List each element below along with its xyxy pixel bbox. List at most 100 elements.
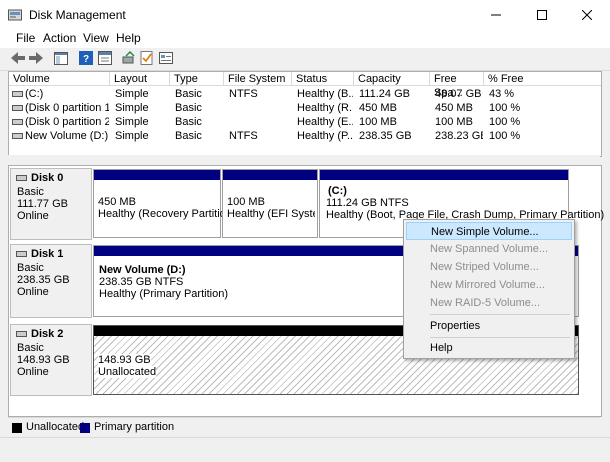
menu-action[interactable]: Action — [41, 31, 78, 45]
disk-management-icon — [8, 9, 22, 21]
disk-2-label[interactable]: Disk 2 Basic 148.93 GB Online — [10, 324, 92, 396]
menu-file[interactable]: File — [14, 31, 37, 45]
toolbar: ? — [0, 48, 610, 71]
partition-status: Healthy (EFI System — [227, 208, 315, 220]
disk-state: Online — [17, 210, 49, 222]
volume-icon — [12, 119, 23, 125]
menu-item-new-spanned-volume[interactable]: New Spanned Volume... — [406, 240, 572, 258]
menu-help[interactable]: Help — [114, 31, 143, 45]
forward-icon — [29, 52, 43, 64]
partition-size: 238.35 GB NTFS — [99, 276, 184, 288]
volume-list[interactable]: Volume Layout Type File System Status Ca… — [8, 71, 602, 157]
cell-free-space: 100 MB — [435, 116, 473, 128]
cell-percent-free: 43 % — [489, 88, 515, 100]
disk-list-button[interactable] — [158, 50, 174, 66]
volume-icon — [12, 91, 23, 97]
forward-button[interactable] — [28, 50, 44, 66]
table-row[interactable]: (C:) Simple Basic NTFS Healthy (B... 111… — [9, 87, 601, 101]
legend-primary-partition: Primary partition — [94, 421, 175, 433]
disk-state: Online — [17, 366, 49, 378]
properties-button[interactable] — [97, 50, 113, 66]
partition-title: (C:) — [328, 185, 347, 197]
cell-file-system — [229, 101, 291, 115]
partition-size: 111.24 GB NTFS — [326, 197, 409, 209]
column-header-type[interactable]: Type — [170, 72, 224, 86]
disk-name: Disk 2 — [31, 328, 64, 340]
column-header-free-space[interactable]: Free Spa... — [430, 72, 484, 99]
unallocated-label: Unallocated — [98, 366, 157, 378]
cell-status: Healthy (B... — [297, 88, 353, 100]
partition-recovery[interactable]: 450 MB Healthy (Recovery Partition) — [93, 169, 236, 238]
column-header-percent-free[interactable]: % Free — [484, 72, 601, 86]
volume-icon — [12, 133, 23, 139]
disk-type: Basic — [17, 342, 44, 354]
column-header-file-system[interactable]: File System — [224, 72, 292, 86]
cell-volume: New Volume (D:) — [25, 130, 109, 142]
table-row[interactable]: (Disk 0 partition 2) Simple Basic Health… — [9, 115, 601, 129]
menu-item-new-raid5-volume[interactable]: New RAID-5 Volume... — [406, 294, 572, 312]
close-button[interactable] — [564, 0, 610, 30]
menu-item-new-striped-volume[interactable]: New Striped Volume... — [406, 258, 572, 276]
cell-status: Healthy (P... — [297, 130, 353, 142]
cell-layout: Simple — [115, 88, 149, 100]
primary-partition-bar — [320, 170, 568, 180]
rescan-button[interactable] — [121, 50, 137, 66]
partition-status: Healthy (Recovery Partition) — [98, 208, 236, 220]
disk-type: Basic — [17, 262, 44, 274]
maximize-button[interactable] — [519, 0, 565, 30]
partition-size: 450 MB — [98, 196, 136, 208]
cell-type: Basic — [175, 130, 202, 142]
partition-efi[interactable]: 100 MB Healthy (EFI System — [222, 169, 318, 238]
column-header-capacity[interactable]: Capacity — [354, 72, 430, 86]
properties-icon — [98, 51, 112, 65]
table-row[interactable]: New Volume (D:) Simple Basic NTFS Health… — [9, 129, 601, 143]
cell-free-space: 450 MB — [435, 102, 473, 114]
column-header-volume[interactable]: Volume — [9, 72, 110, 86]
cell-volume: (Disk 0 partition 2) — [25, 116, 109, 128]
menu-bar: File Action View Help — [0, 30, 610, 48]
rescan-icon — [122, 51, 135, 64]
disk-type: Basic — [17, 186, 44, 198]
help-button[interactable]: ? — [78, 50, 94, 66]
maximize-icon — [537, 10, 547, 20]
primary-partition-bar — [94, 170, 220, 180]
disk-1-label[interactable]: Disk 1 Basic 238.35 GB Online — [10, 244, 92, 318]
primary-partition-swatch — [80, 423, 90, 433]
menu-separator — [430, 314, 570, 315]
partition-size: 100 MB — [227, 196, 265, 208]
cell-file-system: NTFS — [229, 88, 258, 100]
cell-capacity: 100 MB — [359, 116, 397, 128]
disk-size: 111.77 GB — [17, 198, 68, 210]
cell-capacity: 238.35 GB — [359, 130, 412, 142]
cell-file-system — [229, 115, 291, 129]
cell-type: Basic — [175, 102, 202, 114]
table-row[interactable]: (Disk 0 partition 1) Simple Basic Health… — [9, 101, 601, 115]
cell-type: Basic — [175, 116, 202, 128]
checklist-icon — [140, 51, 153, 65]
cell-file-system: NTFS — [229, 130, 258, 142]
menu-item-properties[interactable]: Properties — [406, 317, 572, 335]
checklist-button[interactable] — [139, 50, 155, 66]
console-tree-button[interactable] — [53, 50, 69, 66]
partition-title: New Volume (D:) — [99, 264, 186, 276]
menu-item-new-mirrored-volume[interactable]: New Mirrored Volume... — [406, 276, 572, 294]
pane-splitter[interactable] — [8, 155, 600, 165]
partition-status: Healthy (Primary Partition) — [99, 288, 228, 300]
window-title: Disk Management — [29, 8, 126, 22]
minimize-button[interactable] — [473, 0, 519, 30]
column-header-layout[interactable]: Layout — [110, 72, 170, 86]
disk-0-label[interactable]: Disk 0 Basic 111.77 GB Online — [10, 168, 92, 240]
menu-item-help[interactable]: Help — [406, 339, 572, 357]
cell-capacity: 111.24 GB — [359, 88, 410, 100]
cell-free-space: 238.23 GB — [435, 130, 483, 142]
close-icon — [582, 10, 592, 20]
menu-item-new-simple-volume[interactable]: New Simple Volume... — [406, 222, 572, 240]
back-button[interactable] — [10, 50, 26, 66]
column-header-status[interactable]: Status — [292, 72, 354, 86]
back-icon — [11, 52, 25, 64]
cell-percent-free: 100 % — [489, 116, 521, 128]
svg-text:?: ? — [83, 54, 89, 65]
menu-view[interactable]: View — [81, 31, 111, 45]
title-bar[interactable]: Disk Management — [0, 0, 610, 30]
disk-icon — [16, 251, 27, 257]
